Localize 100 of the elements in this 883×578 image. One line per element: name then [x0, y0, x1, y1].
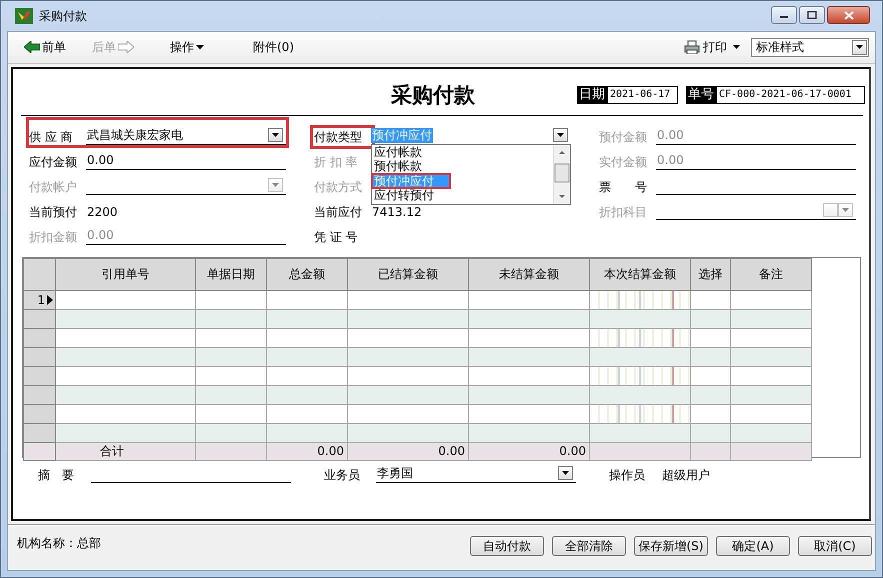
- dropdown-button[interactable]: [268, 128, 283, 142]
- column-header[interactable]: 本次结算金额: [590, 258, 690, 290]
- date-field[interactable]: 2021-06-17: [607, 86, 678, 104]
- column-header[interactable]: 备注: [730, 258, 812, 290]
- table-cell[interactable]: [590, 423, 690, 442]
- scrollbar[interactable]: [553, 144, 570, 204]
- table-cell[interactable]: [590, 385, 690, 404]
- table-cell[interactable]: [690, 423, 730, 442]
- table-cell[interactable]: [348, 404, 468, 424]
- row-header[interactable]: [24, 385, 56, 404]
- table-cell[interactable]: [690, 385, 730, 404]
- row-header[interactable]: [24, 309, 56, 328]
- table-cell[interactable]: [590, 347, 690, 366]
- table-cell[interactable]: [468, 347, 590, 366]
- table-cell[interactable]: [690, 290, 730, 310]
- table-cell[interactable]: [56, 328, 196, 348]
- table-cell[interactable]: [266, 290, 348, 310]
- table-cell[interactable]: [730, 328, 812, 348]
- table-cell[interactable]: [56, 385, 196, 404]
- column-header[interactable]: 已结算金额: [348, 258, 468, 290]
- table-cell[interactable]: [56, 347, 196, 366]
- table-cell[interactable]: [730, 309, 812, 328]
- table-cell[interactable]: [468, 366, 590, 386]
- table-cell[interactable]: [266, 404, 348, 424]
- table-cell[interactable]: [468, 423, 590, 442]
- table-cell[interactable]: [348, 290, 468, 310]
- table-cell[interactable]: [196, 290, 266, 310]
- table-cell[interactable]: [196, 366, 266, 386]
- table-cell[interactable]: [730, 423, 812, 442]
- dropdown-button[interactable]: [558, 466, 573, 480]
- dropdown-item[interactable]: 应付转预付: [372, 188, 553, 203]
- row-header[interactable]: [24, 328, 56, 348]
- dropdown-item[interactable]: 预付帐款: [372, 159, 553, 174]
- table-cell[interactable]: [690, 309, 730, 328]
- field-value[interactable]: 李勇国: [376, 466, 414, 481]
- table-cell[interactable]: [196, 423, 266, 442]
- action-button[interactable]: 自动付款: [470, 536, 544, 556]
- table-cell[interactable]: [690, 328, 730, 348]
- table-cell[interactable]: [348, 366, 468, 386]
- table-cell[interactable]: [468, 309, 590, 328]
- table-cell[interactable]: [730, 404, 812, 424]
- table-cell[interactable]: [590, 290, 690, 310]
- action-button[interactable]: 确定(A): [716, 536, 790, 556]
- toolbar-button[interactable]: 附件(0): [253, 38, 294, 56]
- table-cell[interactable]: [266, 385, 348, 404]
- field-value[interactable]: 武昌城关康宏家电: [86, 128, 184, 143]
- table-cell[interactable]: [468, 385, 590, 404]
- table-cell[interactable]: [590, 328, 690, 348]
- table-cell[interactable]: [196, 404, 266, 424]
- row-header[interactable]: [24, 347, 56, 366]
- row-header[interactable]: [24, 404, 56, 424]
- table-cell[interactable]: [56, 290, 196, 310]
- table-cell[interactable]: [348, 347, 468, 366]
- close-button[interactable]: [827, 6, 870, 24]
- table-cell[interactable]: [56, 404, 196, 424]
- number-field[interactable]: CF-000-2021-06-17-0001: [716, 86, 865, 104]
- column-header[interactable]: 选择: [690, 258, 730, 290]
- print-button[interactable]: 打印: [683, 38, 741, 56]
- table-cell[interactable]: [590, 404, 690, 424]
- table-cell[interactable]: [730, 290, 812, 310]
- combo-box[interactable]: [86, 176, 286, 195]
- column-header[interactable]: 总金额: [266, 258, 348, 290]
- column-header[interactable]: 单据日期: [196, 258, 266, 290]
- table-cell[interactable]: [196, 309, 266, 328]
- table-cell[interactable]: [266, 423, 348, 442]
- row-header[interactable]: [24, 423, 56, 442]
- table-cell[interactable]: [56, 423, 196, 442]
- minimize-button[interactable]: [771, 6, 797, 24]
- table-cell[interactable]: [590, 366, 690, 386]
- table-cell[interactable]: [348, 309, 468, 328]
- table-cell[interactable]: [348, 385, 468, 404]
- table-cell[interactable]: [468, 404, 590, 424]
- row-header[interactable]: 1: [24, 290, 56, 310]
- row-header[interactable]: [24, 366, 56, 386]
- style-select[interactable]: 标准样式: [751, 38, 869, 57]
- table-cell[interactable]: [196, 385, 266, 404]
- table-cell[interactable]: [690, 366, 730, 386]
- table-cell[interactable]: [690, 347, 730, 366]
- table-cell[interactable]: [196, 347, 266, 366]
- combo-box[interactable]: [656, 202, 856, 220]
- action-button[interactable]: 全部清除: [552, 536, 626, 556]
- table-cell[interactable]: [730, 385, 812, 404]
- table-cell[interactable]: [266, 347, 348, 366]
- table-cell[interactable]: [266, 366, 348, 386]
- table-cell[interactable]: [266, 328, 348, 348]
- dropdown-button[interactable]: [553, 128, 568, 142]
- table-cell[interactable]: [730, 347, 812, 366]
- table-cell[interactable]: [468, 328, 590, 348]
- table-cell[interactable]: [690, 404, 730, 424]
- table-cell[interactable]: [348, 423, 468, 442]
- picker-button[interactable]: [823, 203, 838, 218]
- column-header[interactable]: 引用单号: [56, 258, 196, 290]
- dropdown-item[interactable]: 应付帐款: [372, 144, 553, 160]
- table-cell[interactable]: [590, 309, 690, 328]
- table-cell[interactable]: [468, 290, 590, 310]
- table-cell[interactable]: [266, 309, 348, 328]
- table-cell[interactable]: [730, 366, 812, 386]
- table-cell[interactable]: [196, 328, 266, 348]
- table-cell[interactable]: [348, 328, 468, 348]
- action-button[interactable]: 保存新增(S): [634, 536, 708, 556]
